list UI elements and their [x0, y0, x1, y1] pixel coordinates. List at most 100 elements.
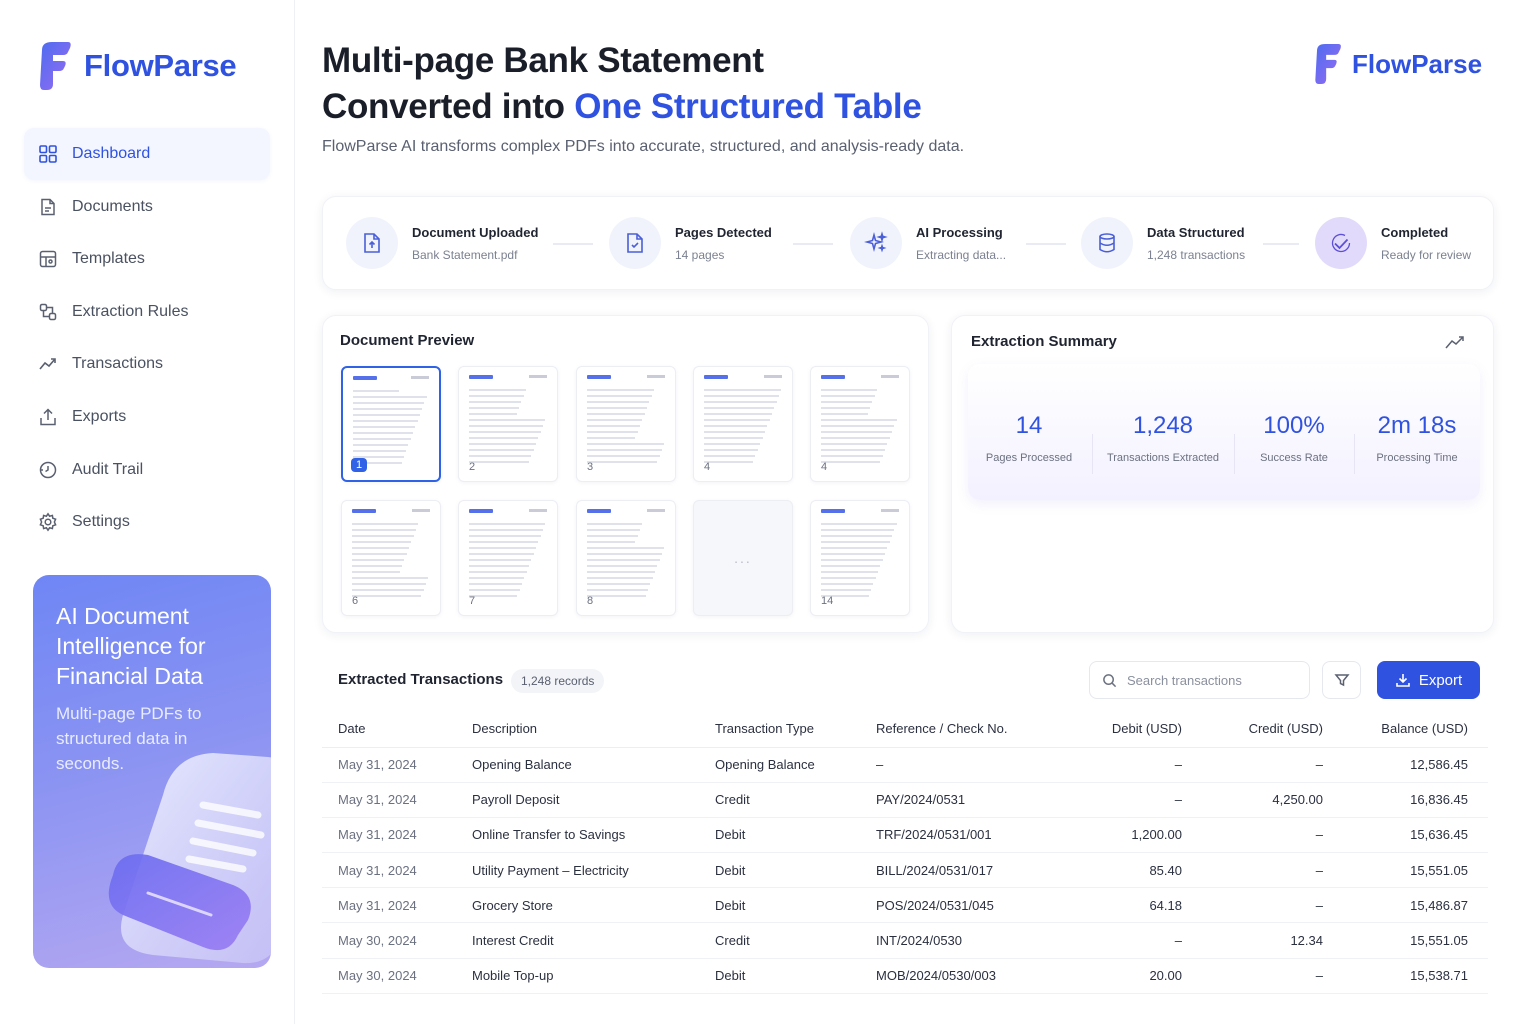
sidebar-item-documents[interactable]: Documents — [24, 181, 270, 233]
sidebar-item-label: Extraction Rules — [72, 302, 189, 320]
thumbnail-line — [587, 431, 638, 433]
thumbnail-heading — [529, 509, 547, 512]
thumbnail-line — [587, 541, 636, 543]
pipeline-connector — [1263, 243, 1299, 245]
page-thumbnail[interactable]: 4 — [693, 366, 793, 482]
table-row[interactable]: May 30, 2024 Mobile Top-up Debit MOB/2024/0… — [322, 958, 1488, 994]
page-number: 6 — [352, 595, 359, 607]
sidebar-item-transactions[interactable]: Transactions — [24, 338, 270, 390]
download-icon — [1396, 674, 1410, 687]
page-thumbnail[interactable]: 7 — [458, 500, 558, 616]
sidebar-item-exports[interactable]: Exports — [24, 391, 270, 443]
column-header[interactable]: Debit (USD) — [1060, 711, 1198, 748]
thumbnail-line — [587, 535, 638, 537]
table-row[interactable]: May 31, 2024 Online Transfer to Savings De… — [322, 817, 1488, 854]
thumbnail-line — [587, 455, 660, 457]
pipeline-step-title: Data Structured — [1147, 224, 1245, 240]
sidebar-item-label: Audit Trail — [72, 460, 144, 478]
page-thumbnail[interactable]: 4 — [810, 366, 910, 482]
thumbnail-line — [469, 395, 524, 397]
sidebar-item-label: Transactions — [72, 355, 163, 373]
trend-icon[interactable] — [1445, 334, 1465, 350]
table-cell: May 31, 2024 — [322, 747, 456, 783]
table-row[interactable]: May 30, 2024 Interest Credit Credit INT/202… — [322, 922, 1488, 959]
column-header[interactable]: Balance (USD) — [1339, 711, 1488, 748]
page-thumbnail[interactable]: 6 — [341, 500, 441, 616]
thumbnail-line — [353, 414, 420, 416]
thumbnail-logo — [704, 375, 728, 379]
export-button[interactable]: Export — [1377, 661, 1480, 699]
table-cell: 15,551.05 — [1339, 852, 1488, 889]
page-number: 8 — [587, 595, 594, 607]
thumbnail-line — [587, 523, 643, 525]
table-row[interactable]: May 31, 2024 Utility Payment – Electricit… — [322, 852, 1488, 889]
pipeline-step-detail: 1,248 transactions — [1147, 247, 1246, 262]
column-header[interactable]: Description — [456, 711, 699, 748]
pipeline-connector — [1026, 243, 1066, 245]
trend-icon — [38, 354, 58, 374]
thumbnail-line — [352, 565, 402, 567]
promo-card: AI Document Intelligence for Financial D… — [33, 575, 271, 968]
sidebar-item-settings[interactable]: Settings — [24, 496, 270, 548]
thumbnail-lines — [587, 389, 665, 467]
stat-processing-time: 2m 18s Processing Time — [1358, 412, 1476, 464]
column-header[interactable]: Date — [322, 711, 456, 748]
table-cell: 15,538.71 — [1339, 958, 1488, 994]
thumbnail-line — [352, 523, 419, 525]
pipeline-connector — [793, 243, 833, 245]
pipeline-step-title: Pages Detected — [675, 224, 772, 240]
thumbnail-line — [469, 595, 518, 597]
history-icon — [38, 460, 58, 480]
thumbnail-logo — [821, 375, 845, 379]
page-number: 2 — [469, 461, 476, 473]
page-thumbnail[interactable]: 14 — [810, 500, 910, 616]
table-cell: May 31, 2024 — [322, 852, 456, 889]
sidebar-item-dashboard[interactable]: Dashboard — [24, 128, 270, 180]
table-header-row: Date Description Transaction Type Refere… — [322, 711, 1488, 748]
pipeline-step-pages: Pages Detected 14 pages — [609, 217, 772, 269]
column-header[interactable]: Credit (USD) — [1198, 711, 1339, 748]
thumbnail-line — [587, 571, 655, 573]
thumbnail-line — [587, 461, 658, 463]
brand-logo[interactable]: FlowParse — [36, 40, 237, 92]
thumbnail-line — [821, 529, 895, 531]
sidebar-item-audit-trail[interactable]: Audit Trail — [24, 444, 270, 496]
table-row[interactable]: May 31, 2024 Grocery Store Debit POS/2024/0… — [322, 887, 1488, 924]
page-title: Multi-page Bank Statement Converted into… — [322, 38, 922, 130]
gear-icon — [38, 512, 58, 532]
file-upload-icon — [346, 217, 398, 269]
table-row[interactable]: May 31, 2024 Opening Balance Opening Balan… — [322, 747, 1488, 783]
page-thumbnail[interactable]: 8 — [576, 500, 676, 616]
pipeline-connector — [553, 243, 593, 245]
search-input[interactable] — [1127, 672, 1297, 688]
table-cell: – — [1198, 817, 1339, 854]
thumbnail-line — [352, 553, 407, 555]
column-header[interactable]: Transaction Type — [699, 711, 860, 748]
table-cell: 15,551.05 — [1339, 922, 1488, 959]
page-thumbnail[interactable]: 1 — [341, 366, 441, 482]
thumbnail-line — [821, 449, 885, 451]
page-number: 3 — [587, 461, 594, 473]
thumbnail-line — [821, 559, 883, 561]
thumbnail-line — [469, 443, 537, 445]
table-row[interactable]: May 31, 2024 Payroll Deposit Credit PAY/202… — [322, 782, 1488, 818]
sidebar-item-extraction-rules[interactable]: Extraction Rules — [24, 286, 270, 338]
sidebar-item-templates[interactable]: Templates — [24, 233, 270, 285]
pipeline-step-detail: Ready for review — [1381, 247, 1472, 262]
page-thumbnail[interactable]: 3 — [576, 366, 676, 482]
thumbnail-line — [821, 401, 873, 403]
thumbnail-logo — [587, 509, 611, 513]
filter-button[interactable] — [1322, 661, 1361, 699]
thumbnail-line — [469, 407, 519, 409]
thumbnail-line — [821, 541, 890, 543]
thumbnail-line — [821, 553, 885, 555]
column-header[interactable]: Reference / Check No. — [860, 711, 1060, 748]
table-cell: May 31, 2024 — [322, 887, 456, 924]
stat-divider — [1234, 434, 1235, 474]
flowparse-logo-icon — [40, 42, 71, 90]
extraction-summary: Extraction Summary 14 Pages Processed 1,… — [951, 315, 1494, 633]
thumbnail-line — [587, 577, 653, 579]
more-pages-placeholder[interactable]: ... — [693, 500, 793, 616]
thumbnail-line — [353, 402, 425, 404]
page-thumbnail[interactable]: 2 — [458, 366, 558, 482]
